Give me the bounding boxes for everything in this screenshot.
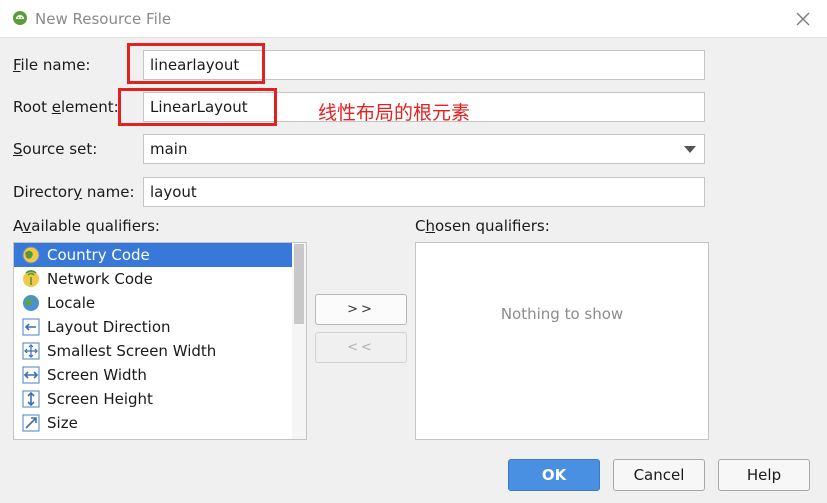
title-bar: New Resource File xyxy=(0,0,827,38)
layout-direction-icon xyxy=(22,318,40,336)
list-scrollbar[interactable] xyxy=(292,243,306,439)
source-set-value: main xyxy=(150,140,188,158)
list-item-size[interactable]: Size xyxy=(14,411,293,435)
network-icon xyxy=(23,270,39,287)
list-item-locale[interactable]: Locale xyxy=(14,291,293,315)
globe-icon xyxy=(22,246,40,264)
locale-globe-icon xyxy=(23,295,39,311)
root-element-highlight-box xyxy=(118,88,277,126)
directory-name-label: Directory name: xyxy=(13,183,135,201)
add-qualifier-button[interactable]: >> xyxy=(315,294,407,325)
root-element-label: Root element: xyxy=(13,98,119,116)
list-item-network-code[interactable]: Network Code xyxy=(14,267,293,291)
screen-width-icon xyxy=(22,366,40,384)
remove-qualifier-button[interactable]: << xyxy=(315,332,407,363)
list-item-layout-direction[interactable]: Layout Direction xyxy=(14,315,293,339)
annotation-text: 线性布局的根元素 xyxy=(318,102,471,124)
window-title: New Resource File xyxy=(35,10,172,28)
close-icon[interactable] xyxy=(793,9,813,29)
scrollbar-thumb[interactable] xyxy=(294,244,304,324)
list-item-screen-height[interactable]: Screen Height xyxy=(14,387,293,411)
list-item-country-code[interactable]: Country Code xyxy=(14,243,293,267)
chosen-qualifiers-label: Chosen qualifiers: xyxy=(415,217,550,235)
source-set-label: Source set: xyxy=(13,140,98,158)
list-item-screen-width[interactable]: Screen Width xyxy=(14,363,293,387)
available-qualifiers-label: Available qualifiers: xyxy=(13,217,160,235)
directory-name-input[interactable]: layout xyxy=(143,177,705,207)
android-studio-icon xyxy=(13,11,27,25)
size-icon xyxy=(22,414,40,432)
help-button[interactable]: Help xyxy=(718,459,810,491)
available-qualifiers-list[interactable]: Country Code Network Code Locale Layout … xyxy=(13,242,307,440)
chosen-qualifiers-list[interactable]: Nothing to show xyxy=(415,242,709,440)
file-name-highlight-box xyxy=(127,43,265,84)
smallest-width-icon xyxy=(22,342,40,360)
empty-state-text: Nothing to show xyxy=(500,305,624,323)
cancel-button[interactable]: Cancel xyxy=(613,459,705,491)
list-item-smallest-screen-width[interactable]: Smallest Screen Width xyxy=(14,339,293,363)
source-set-select[interactable]: main xyxy=(143,134,705,164)
file-name-label: File name: xyxy=(13,56,91,74)
dropdown-arrow-icon[interactable] xyxy=(684,146,696,153)
screen-height-icon xyxy=(22,390,40,408)
ok-button[interactable]: OK xyxy=(508,459,600,491)
